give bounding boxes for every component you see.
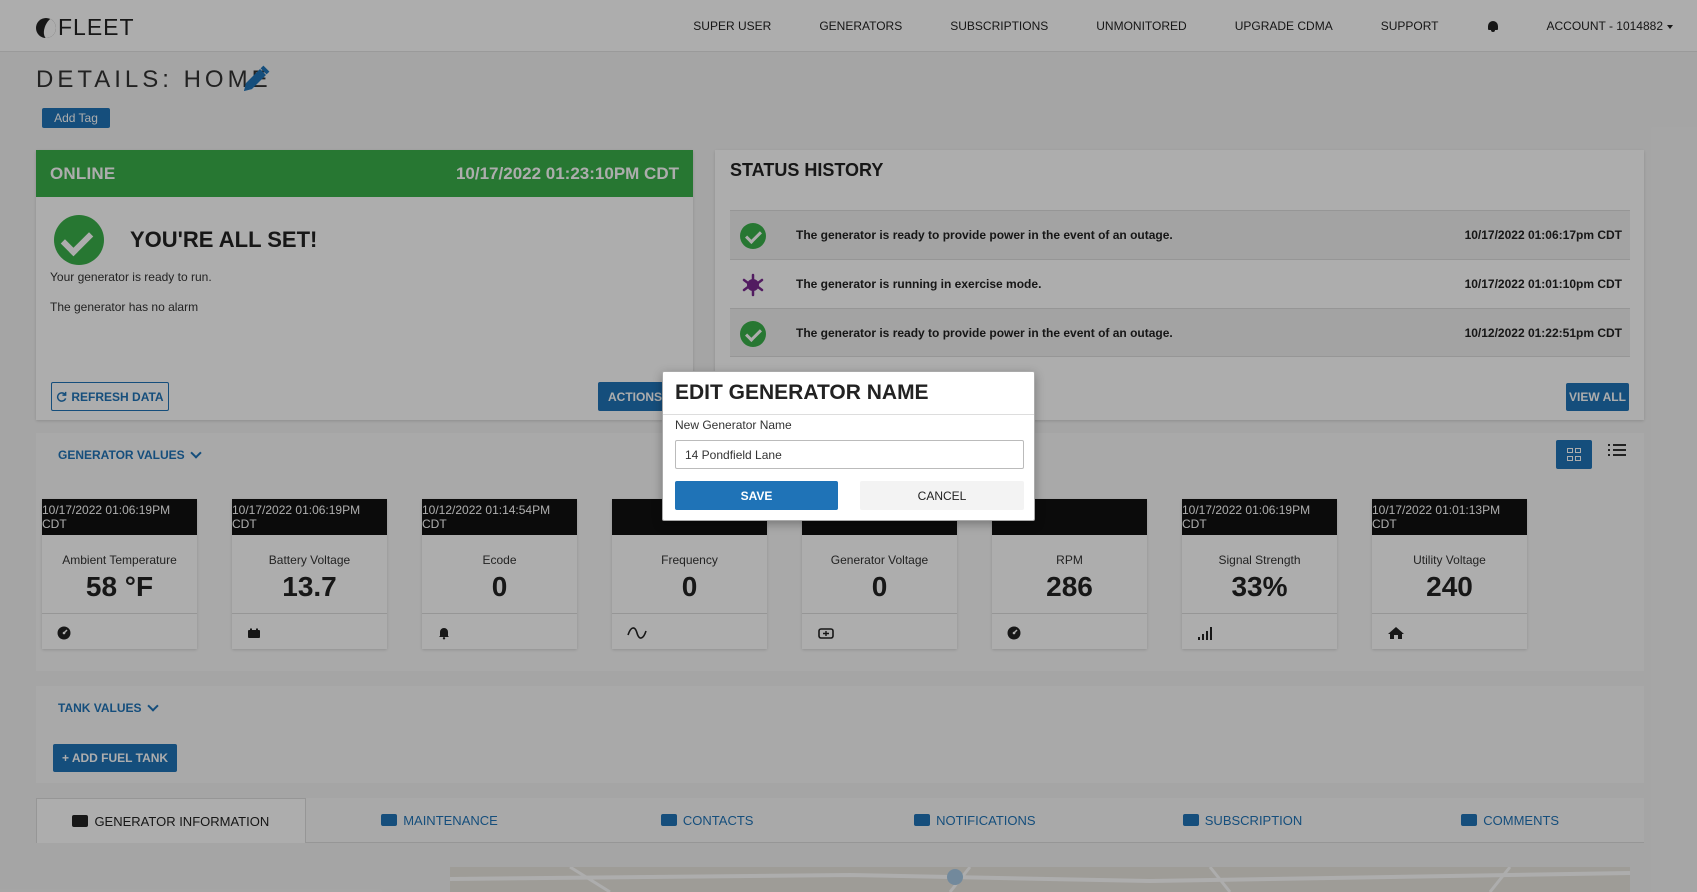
generator-name-input[interactable] xyxy=(675,440,1024,469)
generator-name-label: New Generator Name xyxy=(675,418,792,432)
edit-generator-name-dialog: EDIT GENERATOR NAME New Generator Name S… xyxy=(662,371,1035,521)
dialog-divider xyxy=(663,414,1034,415)
cancel-button[interactable]: CANCEL xyxy=(860,481,1024,510)
dialog-title: EDIT GENERATOR NAME xyxy=(675,381,929,404)
save-button[interactable]: SAVE xyxy=(675,481,838,510)
